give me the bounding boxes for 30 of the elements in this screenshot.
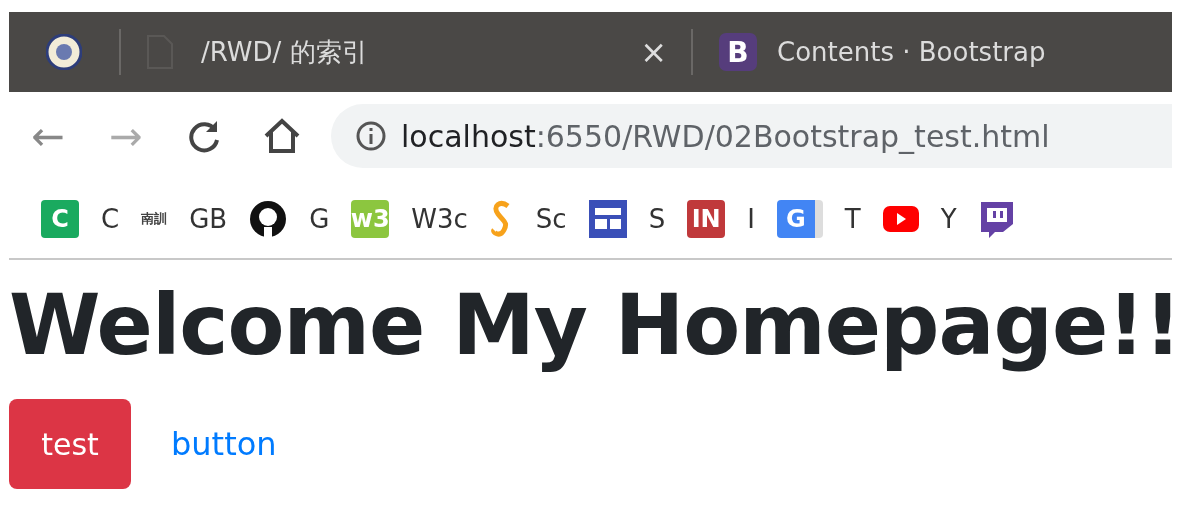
test-button[interactable]: test [9,399,131,490]
layout-icon [588,200,627,238]
tab-title[interactable]: /RWD/ 的索引 [201,34,637,70]
bookmark-badge-icon: IN [687,200,726,238]
bookmark-label[interactable]: T [844,204,861,234]
bookmark-label[interactable]: G [309,204,330,234]
chat-bubble-icon [978,200,1015,238]
bookmark-label[interactable]: Y [940,204,957,234]
address-bar[interactable]: localhost:6550/RWD/02Bootstrap_test.html [331,104,1172,168]
bookmark-label[interactable]: Sc [535,204,567,234]
back-button[interactable]: ← [9,113,87,159]
bookmark-label[interactable]: I [747,204,755,234]
play-icon [882,206,919,232]
translate-icon: G [776,200,823,238]
url-text: localhost:6550/RWD/02Bootstrap_test.html [401,118,1050,154]
bookmark-label[interactable]: S [648,204,666,234]
info-icon[interactable] [355,120,387,152]
page-heading: Welcome My Homepage!! [9,280,1172,372]
bookmark-label[interactable]: C [101,204,120,234]
bookmark-label[interactable]: GB [189,204,228,234]
bookmark-badge-icon: w3 [351,200,390,238]
seal-icon[interactable] [46,34,82,70]
bootstrap-logo-icon: B [719,33,757,71]
close-button[interactable]: × [636,33,671,71]
link-button[interactable]: button [171,425,277,464]
bookmark-badge-icon: C [41,200,79,238]
tab-title[interactable]: Contents · Bootstrap [777,37,1046,67]
home-icon[interactable] [263,118,301,154]
bookmark-logo-icon: 南訓 [141,210,168,228]
bookmark-label[interactable]: W3c [411,204,468,234]
